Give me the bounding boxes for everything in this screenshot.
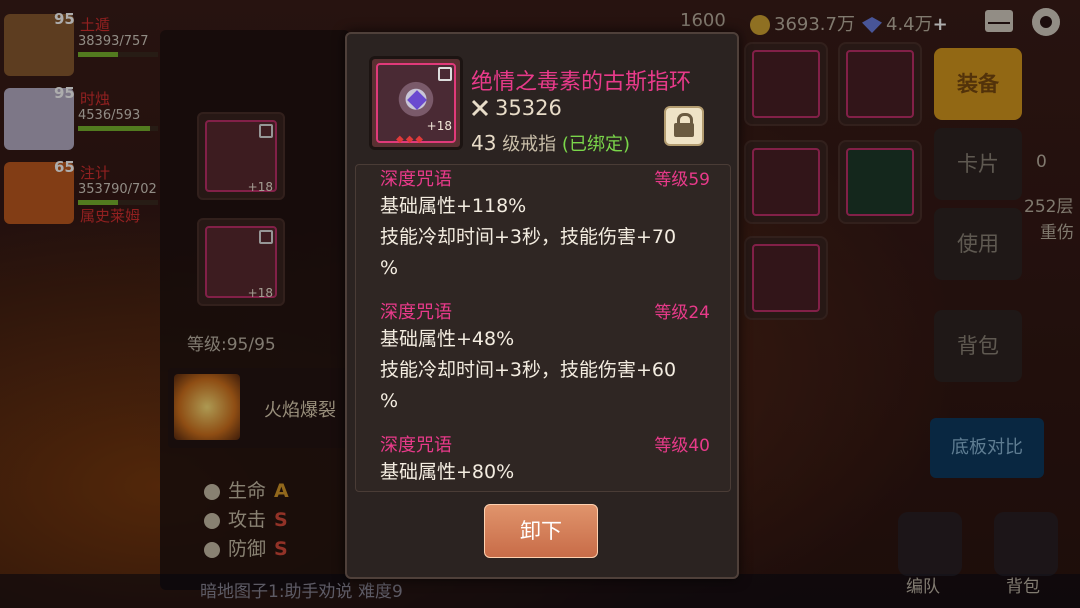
- item-detail-popup: +18 ◆◆◆ 绝情之毒素的古斯指环 35326 43 级戒指 (已绑定) 深度…: [345, 32, 739, 579]
- affix-name: 深度咒语: [380, 302, 452, 323]
- affix-name: 深度咒语: [380, 435, 452, 456]
- affix-line: 基础属性+80%: [380, 461, 515, 483]
- bound-status: (已绑定): [561, 134, 630, 155]
- affix-line: %: [380, 257, 399, 279]
- item-level: 43: [471, 131, 497, 155]
- ring-item-icon: +18 ◆◆◆: [369, 56, 463, 150]
- item-type: 级戒指: [502, 134, 557, 155]
- affix-line: 技能冷却时间+3秒，技能伤害+60: [380, 359, 677, 381]
- affix-level: 等级24: [654, 303, 710, 323]
- item-enhance-level: +18: [426, 119, 452, 133]
- affix-name: 深度咒语: [380, 169, 452, 190]
- item-type-line: 43 级戒指 (已绑定): [471, 130, 630, 156]
- affix-entry: 深度咒语 等级59 基础属性+118% 技能冷却时间+3秒，技能伤害+70 %: [380, 165, 710, 284]
- item-name: 绝情之毒素的古斯指环: [471, 70, 692, 95]
- affix-entry: 深度咒语 等级24 基础属性+48% 技能冷却时间+3秒，技能伤害+60 %: [380, 298, 710, 417]
- item-star-dots: ◆◆◆: [396, 134, 426, 145]
- lock-icon: [438, 67, 452, 81]
- affix-level: 等级40: [654, 436, 710, 456]
- item-power: 35326: [471, 96, 562, 120]
- crossed-swords-icon: [471, 99, 489, 117]
- affix-line: 技能冷却时间+3秒，技能伤害+70: [380, 226, 677, 248]
- power-value: 35326: [495, 96, 562, 120]
- affix-line: 基础属性+48%: [380, 328, 515, 350]
- affix-list[interactable]: 深度咒语 等级59 基础属性+118% 技能冷却时间+3秒，技能伤害+70 % …: [355, 164, 731, 492]
- lock-toggle-button[interactable]: [664, 106, 704, 146]
- unequip-button[interactable]: 卸下: [484, 504, 598, 558]
- affix-level: 等级59: [654, 170, 710, 190]
- affix-line: %: [380, 390, 399, 412]
- affix-line: 基础属性+118%: [380, 195, 527, 217]
- affix-entry: 深度咒语 等级40 基础属性+80%: [380, 431, 710, 488]
